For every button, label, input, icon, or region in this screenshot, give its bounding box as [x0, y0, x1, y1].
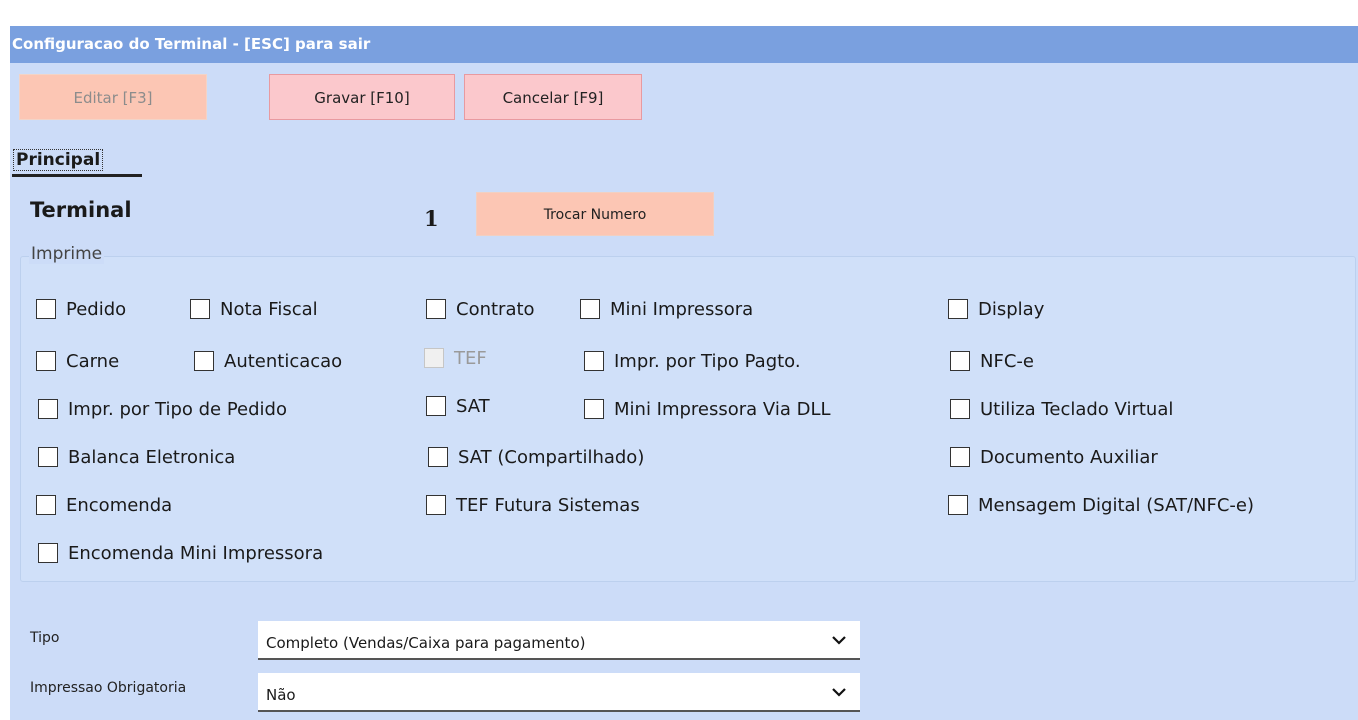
checkbox-box[interactable]: [948, 299, 968, 319]
checkbox-box[interactable]: [190, 299, 210, 319]
checkbox-label: Nota Fiscal: [220, 298, 318, 320]
checkbox-box[interactable]: [38, 399, 58, 419]
checkbox-label: TEF Futura Sistemas: [456, 494, 640, 516]
checkbox-box[interactable]: [580, 299, 600, 319]
checkbox-label: Mini Impressora: [610, 298, 754, 320]
tab-principal[interactable]: Principal: [12, 145, 142, 177]
terminal-config-window: Configuracao do Terminal - [ESC] para sa…: [10, 26, 1358, 720]
checkbox-box[interactable]: [426, 495, 446, 515]
impressao-obrigatoria-select[interactable]: Não: [258, 673, 860, 712]
checkbox-box[interactable]: [426, 396, 446, 416]
checkbox-box[interactable]: [584, 351, 604, 371]
impressao-obrigatoria-label: Impressao Obrigatoria: [30, 680, 187, 696]
checkbox-label: SAT: [456, 395, 490, 417]
checkbox-impr-tipo-pagto[interactable]: Impr. por Tipo Pagto.: [584, 349, 801, 373]
checkbox-box[interactable]: [428, 447, 448, 467]
checkbox-tef-futura[interactable]: TEF Futura Sistemas: [426, 493, 640, 517]
checkbox-teclado-virtual[interactable]: Utiliza Teclado Virtual: [950, 397, 1173, 421]
checkbox-label: Mensagem Digital (SAT/NFC-e): [978, 494, 1255, 516]
impressao-select-value: Não: [266, 686, 296, 704]
checkbox-box: [424, 348, 444, 368]
checkbox-box[interactable]: [950, 447, 970, 467]
checkbox-encomenda[interactable]: Encomenda: [36, 493, 172, 517]
checkbox-box[interactable]: [948, 495, 968, 515]
checkbox-label: NFC-e: [980, 350, 1034, 372]
checkbox-box[interactable]: [950, 351, 970, 371]
checkbox-nfce[interactable]: NFC-e: [950, 349, 1034, 373]
checkbox-box[interactable]: [194, 351, 214, 371]
checkbox-box[interactable]: [36, 299, 56, 319]
checkbox-box[interactable]: [38, 543, 58, 563]
checkbox-label: Display: [978, 298, 1045, 320]
checkbox-label: Impr. por Tipo de Pedido: [68, 398, 287, 420]
tipo-select[interactable]: Completo (Vendas/Caixa para pagamento): [258, 621, 860, 660]
checkbox-label: SAT (Compartilhado): [458, 446, 645, 468]
chevron-down-icon: [832, 688, 846, 697]
checkbox-encomenda-mini-impressora[interactable]: Encomenda Mini Impressora: [38, 541, 323, 565]
checkbox-label: TEF: [454, 347, 487, 369]
terminal-number: 1: [424, 206, 439, 231]
checkbox-nota-fiscal[interactable]: Nota Fiscal: [190, 297, 318, 321]
checkbox-mini-impressora[interactable]: Mini Impressora: [580, 297, 753, 321]
imprime-group-title: Imprime: [29, 244, 105, 264]
checkbox-label: Encomenda Mini Impressora: [68, 542, 324, 564]
checkbox-sat[interactable]: SAT: [426, 394, 490, 418]
checkbox-mini-impressora-dll[interactable]: Mini Impressora Via DLL: [584, 397, 831, 421]
checkbox-box[interactable]: [36, 351, 56, 371]
checkbox-mensagem-digital[interactable]: Mensagem Digital (SAT/NFC-e): [948, 493, 1254, 517]
change-number-button[interactable]: Trocar Numero: [476, 192, 714, 236]
checkbox-label: Utiliza Teclado Virtual: [980, 398, 1174, 420]
checkbox-documento-auxiliar[interactable]: Documento Auxiliar: [950, 445, 1158, 469]
checkbox-label: Encomenda: [66, 494, 173, 516]
save-button[interactable]: Gravar [F10]: [269, 74, 455, 120]
checkbox-pedido[interactable]: Pedido: [36, 297, 126, 321]
checkbox-contrato[interactable]: Contrato: [426, 297, 535, 321]
checkbox-box[interactable]: [950, 399, 970, 419]
chevron-down-icon: [832, 636, 846, 645]
checkbox-label: Pedido: [66, 298, 127, 320]
terminal-label: Terminal: [30, 198, 132, 222]
checkbox-label: Documento Auxiliar: [980, 446, 1158, 468]
tab-principal-label: Principal: [13, 149, 104, 171]
tipo-label: Tipo: [30, 630, 60, 646]
checkbox-box[interactable]: [36, 495, 56, 515]
checkbox-display[interactable]: Display: [948, 297, 1044, 321]
checkbox-impr-tipo-pedido[interactable]: Impr. por Tipo de Pedido: [38, 397, 287, 421]
checkbox-carne[interactable]: Carne: [36, 349, 119, 373]
window-title: Configuracao do Terminal - [ESC] para sa…: [10, 26, 1358, 63]
edit-button[interactable]: Editar [F3]: [19, 74, 207, 120]
checkbox-label: Carne: [66, 350, 120, 372]
checkbox-tef: TEF: [424, 346, 487, 370]
checkbox-box[interactable]: [426, 299, 446, 319]
checkbox-label: Impr. por Tipo Pagto.: [614, 350, 801, 372]
checkbox-label: Contrato: [456, 298, 535, 320]
checkbox-sat-compartilhado[interactable]: SAT (Compartilhado): [428, 445, 644, 469]
checkbox-label: Balanca Eletronica: [68, 446, 236, 468]
checkbox-box[interactable]: [584, 399, 604, 419]
checkbox-box[interactable]: [38, 447, 58, 467]
checkbox-label: Mini Impressora Via DLL: [614, 398, 831, 420]
tipo-select-value: Completo (Vendas/Caixa para pagamento): [266, 634, 586, 652]
checkbox-label: Autenticacao: [224, 350, 343, 372]
checkbox-autenticacao[interactable]: Autenticacao: [194, 349, 342, 373]
checkbox-balanca-eletronica[interactable]: Balanca Eletronica: [38, 445, 235, 469]
cancel-button[interactable]: Cancelar [F9]: [464, 74, 642, 120]
